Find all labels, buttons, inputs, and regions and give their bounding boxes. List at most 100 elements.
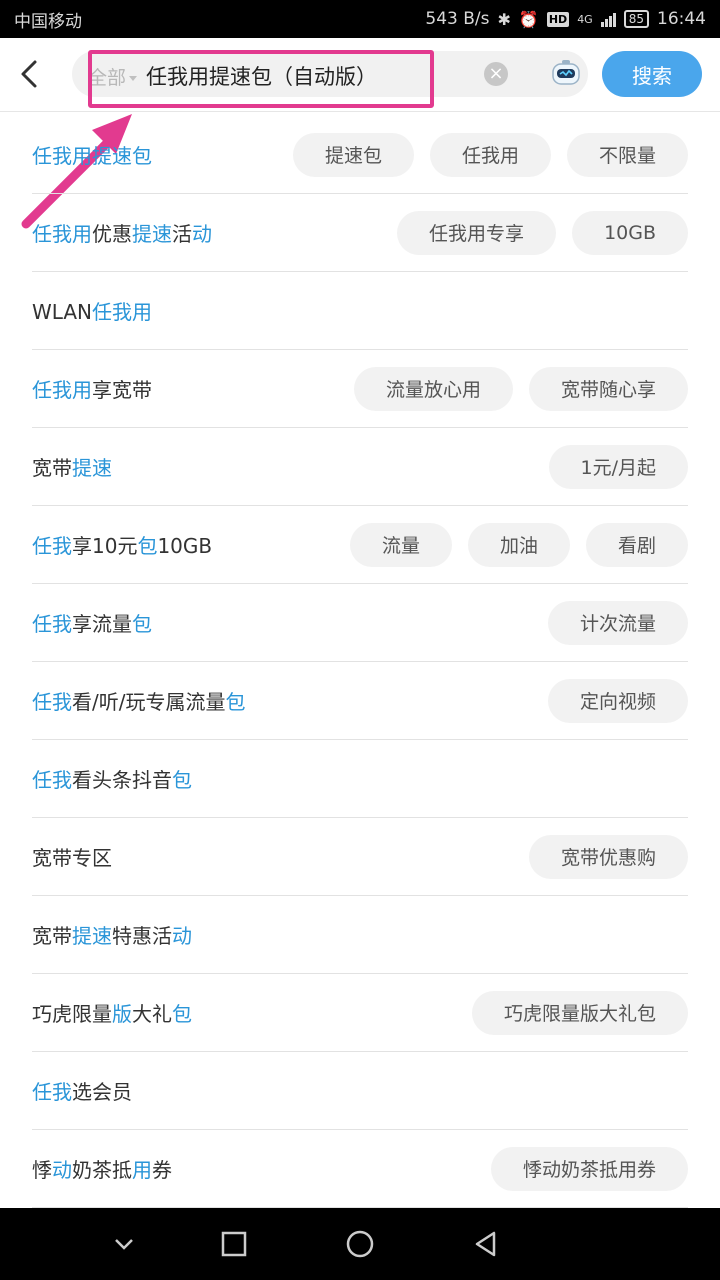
result-title-match: 任我用 (32, 378, 92, 402)
result-title-text: 优惠 (92, 222, 132, 246)
result-title-match: 包 (172, 768, 192, 792)
triangle-back-icon (475, 1231, 496, 1257)
result-row[interactable]: 任我享流量包 计次流量 (32, 584, 688, 662)
result-title[interactable]: 宽带提速 (32, 452, 549, 481)
result-tags: 提速包 任我用 不限量 (292, 132, 688, 177)
result-title[interactable]: 悸动奶茶抵用券 (32, 1154, 491, 1183)
result-row[interactable]: 宽带提速特惠活动 (32, 896, 688, 974)
result-tags: 任我用专享 10GB (397, 210, 688, 255)
result-title-text: 选会员 (72, 1080, 132, 1104)
search-results-list: 任我用提速包 提速包 任我用 不限量 任我用优惠提速活动 任我用专享 10GB WLAN任我用… (32, 116, 688, 1208)
result-tag[interactable]: 加油 (467, 522, 570, 567)
result-tag[interactable]: 不限量 (566, 132, 688, 177)
result-tag[interactable]: 定向视频 (547, 678, 688, 723)
result-title[interactable]: 宽带提速特惠活动 (32, 920, 688, 949)
result-title-text: 特惠活 (112, 924, 172, 948)
square-icon (221, 1231, 247, 1257)
result-title-match: 动 (52, 1158, 72, 1182)
bluetooth-icon: ✱ (497, 9, 511, 29)
result-title-text: 看/听/玩专属流量 (72, 690, 226, 714)
result-title-match: 动 (172, 924, 192, 948)
home-button[interactable] (342, 1226, 378, 1262)
result-tag[interactable]: 流量 (349, 522, 452, 567)
result-row[interactable]: 任我用享宽带 流量放心用 宽带随心享 (32, 350, 688, 428)
clear-search-button[interactable]: × (484, 62, 508, 86)
status-icons: 543 B/s ✱ ⏰ HD 4G 85 16:44 (425, 9, 706, 29)
robot-assistant-icon[interactable] (550, 57, 582, 89)
battery-icon: 85 (623, 10, 649, 28)
result-title-match: 版 (112, 1002, 132, 1026)
result-row[interactable]: 任我用优惠提速活动 任我用专享 10GB (32, 194, 688, 272)
result-title[interactable]: 任我看头条抖音包 (32, 764, 688, 793)
result-tag[interactable]: 提速包 (292, 132, 414, 177)
result-title-match: 提速包 (92, 144, 152, 168)
result-tag[interactable]: 宽带随心享 (528, 366, 688, 411)
result-row[interactable]: 任我看头条抖音包 (32, 740, 688, 818)
result-title-text: 享宽带 (92, 378, 152, 402)
result-row[interactable]: 悸动奶茶抵用券 悸动奶茶抵用券 (32, 1130, 688, 1208)
result-title-text: 宽带专区 (32, 846, 112, 870)
result-row[interactable]: 任我选会员 (32, 1052, 688, 1130)
result-title-text: 享流量 (72, 612, 132, 636)
result-tag[interactable]: 悸动奶茶抵用券 (490, 1146, 688, 1191)
result-title-match: 任我 (32, 612, 72, 636)
result-row[interactable]: 宽带专区 宽带优惠购 (32, 818, 688, 896)
result-title-match: 任我用 (32, 144, 92, 168)
result-title-match: 包 (172, 1002, 192, 1026)
result-tag[interactable]: 10GB (572, 210, 688, 255)
result-title-text: 奶茶抵 (72, 1158, 132, 1182)
back-button[interactable] (10, 52, 50, 96)
result-row[interactable]: 宽带提速 1元/月起 (32, 428, 688, 506)
result-title[interactable]: WLAN任我用 (32, 296, 688, 325)
result-title[interactable]: 任我用优惠提速活动 (32, 218, 397, 247)
result-title-text: 10GB (157, 534, 213, 558)
result-title[interactable]: 任我享10元包10GB (32, 530, 350, 559)
result-title[interactable]: 任我享流量包 (32, 608, 548, 637)
result-title[interactable]: 任我看/听/玩专属流量包 (32, 686, 548, 715)
alarm-icon: ⏰ (518, 9, 539, 29)
result-title-text: 巧虎限量 (32, 1002, 112, 1026)
back-nav-button[interactable] (468, 1226, 504, 1262)
result-title-match: 动 (192, 222, 212, 246)
result-tags: 计次流量 (547, 600, 688, 645)
result-title[interactable]: 巧虎限量版大礼包 (32, 998, 472, 1027)
result-tags: 宽带优惠购 (528, 834, 688, 879)
result-title-text: 看头条抖音 (72, 768, 172, 792)
result-row[interactable]: 任我用提速包 提速包 任我用 不限量 (32, 116, 688, 194)
result-title-text: 宽带 (32, 456, 72, 480)
result-tags: 定向视频 (547, 678, 688, 723)
result-tag[interactable]: 任我用专享 (397, 210, 557, 255)
result-row[interactable]: WLAN任我用 (32, 272, 688, 350)
result-tag[interactable]: 任我用 (429, 132, 551, 177)
result-tag[interactable]: 宽带优惠购 (528, 834, 688, 879)
result-title-match: 用 (132, 1158, 152, 1182)
result-tag[interactable]: 巧虎限量版大礼包 (471, 990, 688, 1035)
result-title-match: 任我 (32, 534, 72, 558)
result-title[interactable]: 任我用享宽带 (32, 374, 354, 403)
result-title-text: 券 (152, 1158, 172, 1182)
chevron-down-icon (115, 1239, 133, 1250)
search-button[interactable]: 搜索 (602, 51, 702, 97)
recent-apps-button[interactable] (216, 1226, 252, 1262)
clock: 16:44 (657, 9, 706, 29)
result-title[interactable]: 宽带专区 (32, 842, 529, 871)
result-row[interactable]: 巧虎限量版大礼包 巧虎限量版大礼包 (32, 974, 688, 1052)
hd-icon: HD (546, 11, 570, 27)
result-tags: 流量放心用 宽带随心享 (353, 366, 688, 411)
result-title-match: 任我 (32, 768, 72, 792)
result-row[interactable]: 任我看/听/玩专属流量包 定向视频 (32, 662, 688, 740)
result-tag[interactable]: 1元/月起 (548, 444, 688, 489)
result-title-match: 任我用 (92, 300, 153, 324)
result-title[interactable]: 任我用提速包 (32, 140, 293, 169)
result-title-match: 任我 (32, 1080, 72, 1104)
system-navigation-bar (0, 1208, 720, 1280)
result-title-text: 享10元 (72, 534, 138, 558)
result-tag[interactable]: 看剧 (585, 522, 688, 567)
hide-nav-button[interactable] (106, 1226, 142, 1262)
result-tag[interactable]: 计次流量 (547, 600, 688, 645)
result-tag[interactable]: 流量放心用 (353, 366, 513, 411)
result-row[interactable]: 任我享10元包10GB 流量 加油 看剧 (32, 506, 688, 584)
result-title-text: 大礼 (132, 1002, 172, 1026)
chevron-left-icon (21, 60, 37, 88)
result-title[interactable]: 任我选会员 (32, 1076, 688, 1105)
